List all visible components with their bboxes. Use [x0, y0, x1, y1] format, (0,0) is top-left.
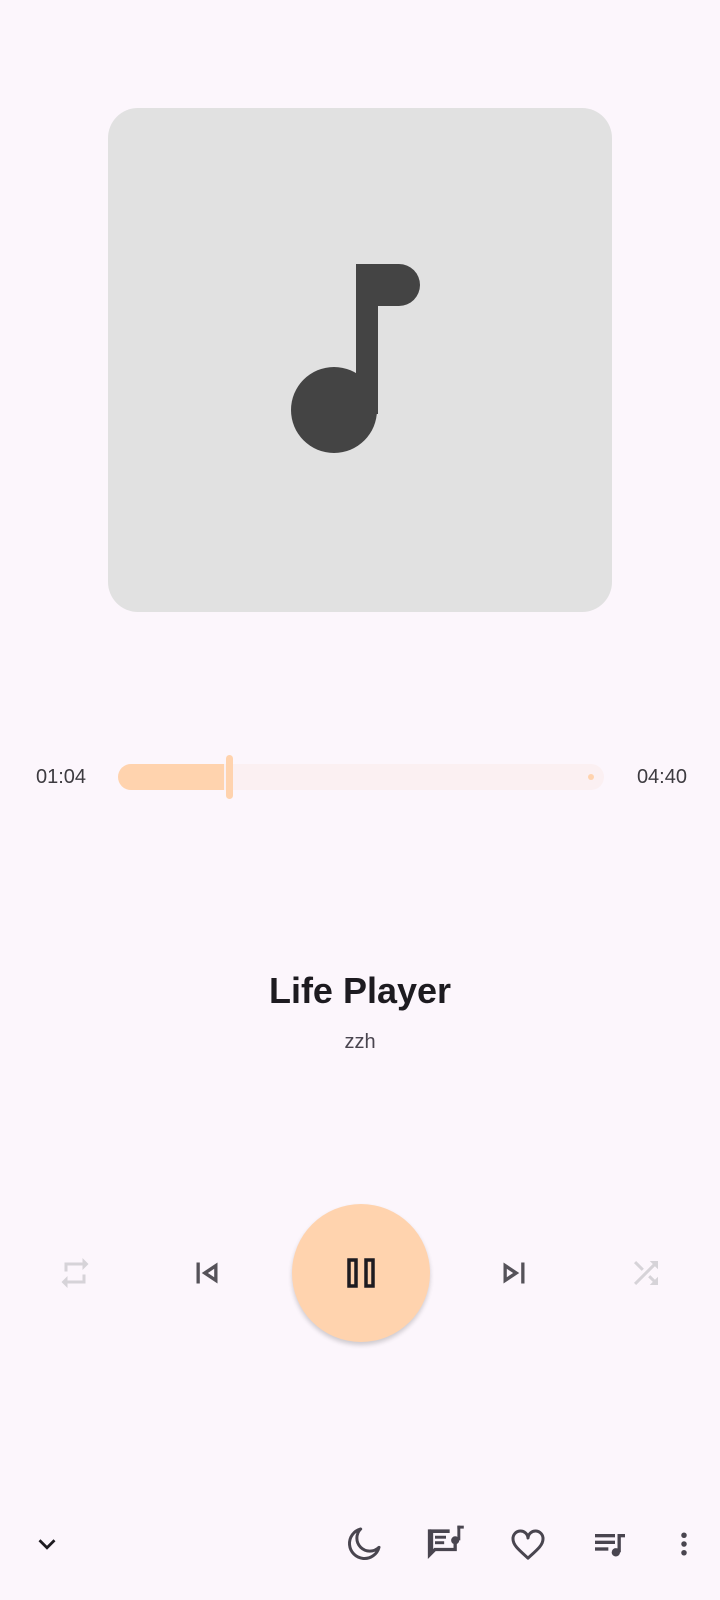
previous-button[interactable] [182, 1248, 232, 1298]
queue-music-icon [595, 1534, 625, 1557]
seek-thumb[interactable] [226, 755, 233, 799]
repeat-icon [61, 1258, 89, 1288]
sleep-timer-button[interactable] [338, 1518, 390, 1570]
more-options-button[interactable] [658, 1518, 710, 1570]
duration-time: 04:40 [636, 766, 687, 788]
artist-name: zzh [344, 1031, 376, 1053]
heart-icon [511, 1529, 545, 1560]
collapse-button[interactable] [21, 1518, 73, 1570]
seek-progress [118, 764, 224, 790]
next-button[interactable] [489, 1248, 539, 1298]
queue-button[interactable] [584, 1518, 636, 1570]
progress-row: 01:04 04:40 [0, 755, 720, 799]
album-art [108, 108, 612, 612]
lyrics-button[interactable] [420, 1518, 472, 1570]
shuffle-icon [634, 1261, 658, 1285]
repeat-button[interactable] [50, 1248, 100, 1298]
skip-next-icon [503, 1262, 525, 1284]
moon-icon [348, 1527, 381, 1560]
music-note-icon [291, 264, 420, 453]
favorite-button[interactable] [502, 1518, 554, 1570]
seek-bar[interactable] [118, 755, 604, 799]
play-pause-button[interactable] [292, 1204, 430, 1342]
elapsed-time: 01:04 [36, 766, 87, 788]
chevron-down-icon [38, 1539, 56, 1550]
seek-end-dot [588, 774, 594, 780]
more-vert-icon [681, 1532, 687, 1556]
song-title: Life Player [268, 970, 452, 1011]
shuffle-button[interactable] [621, 1248, 671, 1298]
pause-icon [347, 1258, 375, 1288]
lyrics-icon [427, 1525, 464, 1559]
skip-previous-icon [196, 1262, 218, 1284]
